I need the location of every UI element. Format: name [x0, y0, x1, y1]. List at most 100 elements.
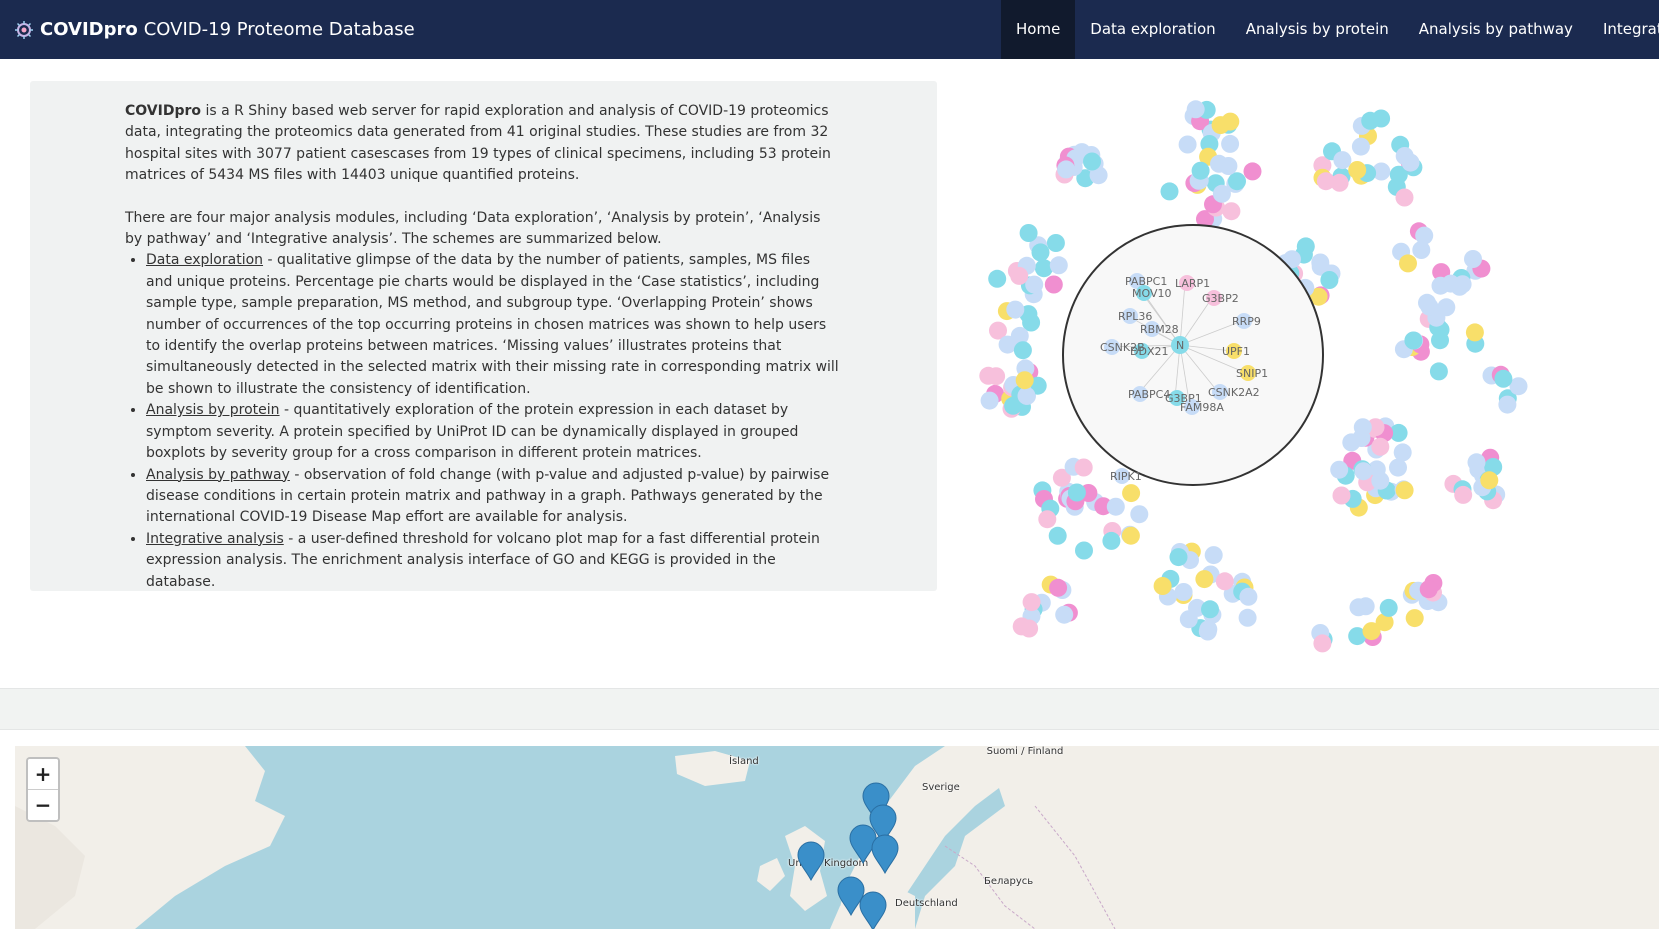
network-node[interactable] [1348, 161, 1367, 179]
network-node[interactable] [1031, 243, 1050, 262]
link-analysis-by-protein[interactable]: Analysis by protein [146, 402, 280, 418]
network-node[interactable] [1454, 485, 1473, 504]
network-node[interactable] [1465, 323, 1484, 342]
network-node[interactable] [1169, 548, 1188, 567]
network-node[interactable] [1342, 433, 1361, 452]
network-node[interactable] [1450, 277, 1469, 296]
network-node[interactable] [1204, 546, 1223, 565]
network-node[interactable] [1238, 608, 1257, 627]
nav-analysis-by-protein[interactable]: Analysis by protein [1231, 0, 1404, 59]
map-marker-icon[interactable] [871, 834, 899, 875]
network-node[interactable] [1239, 587, 1258, 606]
network-node[interactable] [1010, 266, 1029, 285]
link-analysis-by-pathway[interactable]: Analysis by pathway [146, 467, 290, 483]
network-node[interactable] [1055, 605, 1074, 624]
network-node[interactable] [1075, 541, 1093, 560]
network-node[interactable] [980, 391, 999, 410]
network-node[interactable] [1044, 275, 1063, 294]
network-node[interactable] [1371, 471, 1390, 490]
network-node[interactable] [1415, 226, 1434, 245]
network-node[interactable] [1212, 184, 1231, 203]
sites-map[interactable]: + − Ísland Suomi / Finland Sverige Unite… [15, 746, 1659, 929]
network-node[interactable] [1106, 497, 1125, 516]
network-node[interactable] [1371, 437, 1390, 456]
network-node[interactable] [1034, 259, 1053, 278]
network-node[interactable] [1431, 331, 1449, 350]
network-node[interactable] [1017, 386, 1036, 405]
network-node[interactable] [979, 366, 998, 385]
network-node[interactable] [1296, 237, 1315, 256]
network-node[interactable] [1393, 443, 1412, 462]
network-node[interactable] [998, 335, 1017, 354]
network-node[interactable] [1013, 341, 1032, 360]
network-node[interactable] [1464, 250, 1482, 268]
network-node[interactable] [1395, 147, 1414, 165]
network-node[interactable] [1354, 462, 1373, 481]
brand[interactable]: COVIDpro COVID-19 Proteome Database [14, 0, 415, 59]
network-node[interactable] [1121, 526, 1140, 545]
network-node[interactable] [1420, 297, 1439, 316]
network-node[interactable] [1198, 622, 1217, 641]
network-node[interactable] [1153, 577, 1172, 595]
link-data-exploration[interactable]: Data exploration [146, 252, 263, 268]
network-node[interactable] [1349, 598, 1368, 617]
zoom-in-button[interactable]: + [28, 759, 58, 790]
network-node[interactable] [1215, 572, 1234, 591]
network-node[interactable] [1048, 526, 1067, 545]
network-node[interactable] [1015, 371, 1034, 390]
zoom-out-button[interactable]: − [28, 790, 58, 820]
network-node[interactable] [1195, 570, 1214, 589]
network-node[interactable] [1399, 254, 1417, 273]
network-node[interactable] [1419, 580, 1438, 599]
network-node[interactable] [1361, 111, 1380, 130]
map-marker-icon[interactable] [859, 891, 887, 929]
network-node[interactable] [1228, 172, 1246, 191]
network-node[interactable] [1019, 224, 1038, 242]
network-node[interactable] [1395, 481, 1414, 500]
network-node[interactable] [1006, 300, 1025, 319]
network-node[interactable] [988, 269, 1007, 288]
network-node[interactable] [1178, 135, 1197, 154]
network-node[interactable] [1498, 395, 1517, 414]
protein-network[interactable]: N PABPC1 LARP1 MOV10 G3BP2 RPL36 RRP9 RBM28 CSNK… [970, 80, 1570, 660]
network-node[interactable] [1122, 484, 1141, 503]
map-marker-icon[interactable] [797, 841, 825, 882]
network-node[interactable] [1353, 418, 1372, 437]
network-node[interactable] [1102, 531, 1121, 550]
network-node[interactable] [1362, 622, 1381, 641]
nav-data-exploration[interactable]: Data exploration [1075, 0, 1230, 59]
network-graph[interactable]: NPABPC1 LARP1MOV10 G3BP2RPL36 RRP9RBM28CSNK… [970, 80, 1570, 660]
nav-integrative-analysis[interactable]: Integrative analysis [1588, 0, 1659, 59]
link-integrative-analysis[interactable]: Integrative analysis [146, 531, 284, 547]
network-node[interactable] [1351, 137, 1370, 156]
nav-analysis-by-pathway[interactable]: Analysis by pathway [1404, 0, 1588, 59]
network-node[interactable] [1130, 505, 1149, 524]
network-node[interactable] [1186, 100, 1205, 119]
network-node[interactable] [1243, 162, 1262, 181]
network-node[interactable] [1330, 460, 1349, 479]
network-node[interactable] [1057, 160, 1076, 179]
network-node[interactable] [1174, 583, 1193, 601]
network-node[interactable] [1332, 486, 1351, 505]
network-node[interactable] [1191, 161, 1210, 180]
network-node[interactable] [1405, 609, 1424, 628]
nav-home[interactable]: Home [1001, 0, 1076, 59]
network-node[interactable] [1074, 458, 1093, 477]
network-node[interactable] [1221, 134, 1240, 153]
network-node[interactable] [1395, 188, 1414, 207]
network-node[interactable] [1320, 271, 1339, 289]
network-node[interactable] [1049, 578, 1068, 597]
network-node[interactable] [1022, 593, 1041, 612]
network-node[interactable] [1429, 362, 1448, 381]
network-node[interactable] [1020, 619, 1039, 638]
network-node[interactable] [1313, 634, 1332, 653]
network-node[interactable] [1222, 202, 1241, 221]
network-node[interactable] [1038, 510, 1057, 529]
network-node[interactable] [1046, 234, 1065, 252]
network-node[interactable] [1049, 256, 1068, 275]
network-node[interactable] [1480, 471, 1499, 490]
network-node[interactable] [1379, 598, 1398, 617]
network-node[interactable] [1210, 154, 1228, 173]
network-node[interactable] [1160, 182, 1179, 201]
network-node[interactable] [1389, 458, 1407, 477]
